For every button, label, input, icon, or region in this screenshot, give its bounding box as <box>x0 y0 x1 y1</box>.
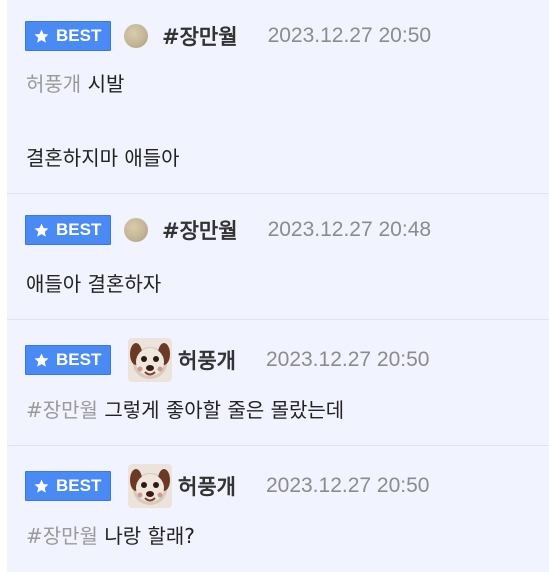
mention-link[interactable]: #장만월 <box>26 524 98 548</box>
best-badge-label: BEST <box>56 476 102 495</box>
comment-header: BEST #장만월 2023.12.27 20:50 <box>25 20 431 52</box>
comment-text: #장만월 나랑 할래? <box>26 518 195 554</box>
best-badge: BEST <box>25 21 111 51</box>
best-badge-label: BEST <box>56 350 102 369</box>
best-badge-label: BEST <box>56 26 102 45</box>
best-badge: BEST <box>25 471 111 501</box>
timestamp: 2023.12.27 20:50 <box>267 24 432 47</box>
comment-list: BEST #장만월 2023.12.27 20:50 허풍개 시발 결혼하지마 … <box>0 0 549 572</box>
comment-line: 나랑 할래? <box>104 524 195 548</box>
comment-text: #장만월 그렇게 좋아할 줄은 몰랐는데 <box>26 392 344 428</box>
avatar[interactable] <box>128 464 172 508</box>
avatar[interactable] <box>124 24 148 48</box>
comment-line: 그렇게 좋아할 줄은 몰랐는데 <box>104 398 345 422</box>
comment-line: 애들아 결혼하자 <box>26 272 162 296</box>
comment-header: BEST 허풍개 2023.12.27 20:50 <box>25 338 429 382</box>
star-icon <box>34 29 49 43</box>
comment-line: 시발 <box>87 72 125 96</box>
star-icon <box>34 223 49 237</box>
comment-line: 결혼하지마 애들아 <box>26 146 180 170</box>
author-name[interactable]: 허풍개 <box>178 471 236 501</box>
star-icon <box>34 353 49 367</box>
best-badge: BEST <box>25 215 111 245</box>
dog-face-icon <box>128 338 172 382</box>
author-name[interactable]: 허풍개 <box>178 345 236 375</box>
avatar[interactable] <box>128 338 172 382</box>
comment-item: BEST #장만월 2023.12.27 20:50 허풍개 시발 결혼하지마 … <box>7 0 549 193</box>
comment-item: BEST #장만월 2023.12.27 20:48 애들아 결혼하자 <box>7 194 549 319</box>
timestamp: 2023.12.27 20:50 <box>265 474 430 497</box>
author-name[interactable]: #장만월 <box>162 215 238 245</box>
best-badge-label: BEST <box>56 220 102 239</box>
star-icon <box>34 479 49 493</box>
timestamp: 2023.12.27 20:50 <box>265 348 430 371</box>
avatar[interactable] <box>124 218 148 242</box>
best-badge: BEST <box>25 345 111 375</box>
comment-item: BEST 허풍개 2023.12.27 20:50 <box>7 446 549 572</box>
comment-text: 허풍개 시발 <box>26 66 124 102</box>
timestamp: 2023.12.27 20:48 <box>267 218 432 241</box>
comment-header: BEST 허풍개 2023.12.27 20:50 <box>25 464 429 508</box>
dog-face-icon <box>128 464 172 508</box>
comment-header: BEST #장만월 2023.12.27 20:48 <box>25 214 431 246</box>
mention-link[interactable]: #장만월 <box>26 398 98 422</box>
author-name[interactable]: #장만월 <box>162 21 238 51</box>
comment-item: BEST 허풍개 2023.12.27 20:50 <box>7 320 549 445</box>
mention-link[interactable]: 허풍개 <box>26 72 81 96</box>
